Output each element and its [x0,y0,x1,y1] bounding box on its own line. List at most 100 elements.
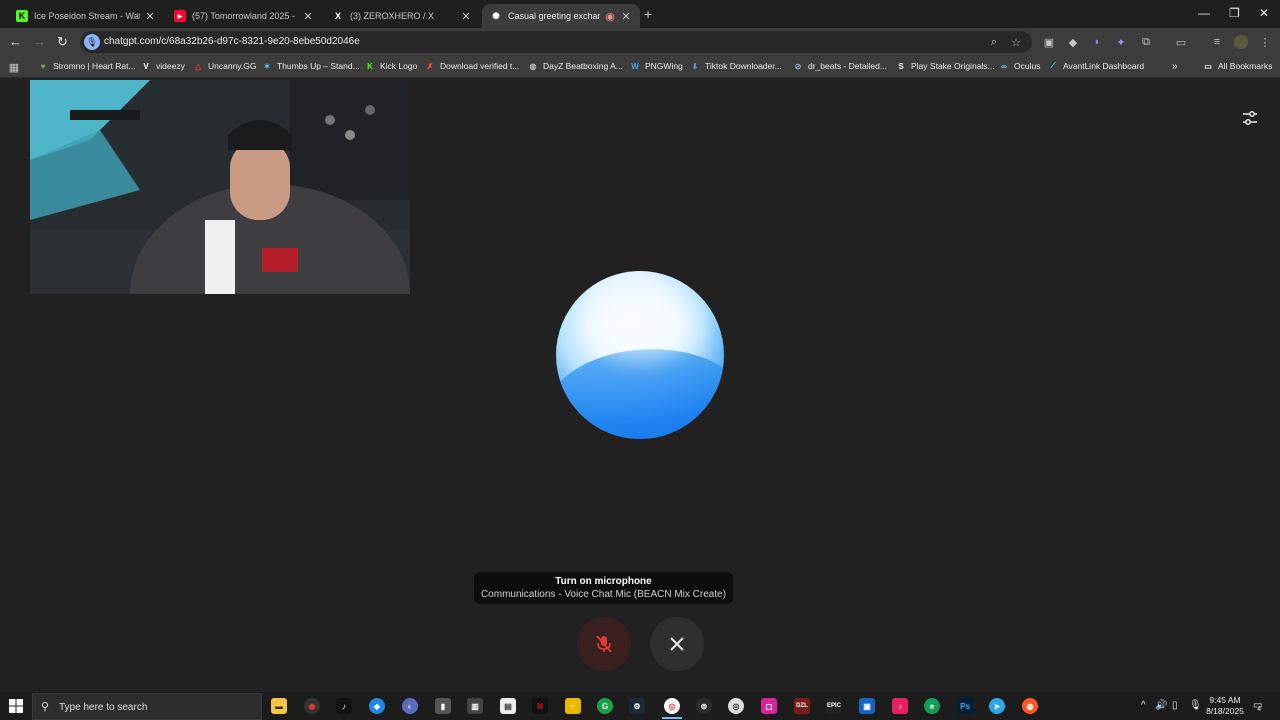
taskbar-clock[interactable]: 9:45 AM 8/18/2025 [1200,695,1250,717]
v-icon: V [143,61,149,71]
bookmark-item[interactable]: ♥ Stromno | Heart Rat... [38,61,136,71]
close-icon [670,637,684,651]
bookmark-item[interactable]: K Kick Logo [365,61,417,71]
tiktok-studio-icon[interactable]: ♪ [892,698,908,714]
forward-icon[interactable]: → [33,34,46,49]
windows-start-icon[interactable] [8,698,24,714]
all-bookmarks-label: All Bookmarks [1218,61,1273,71]
bookmark-item[interactable]: ⊘ dr_beats - Detailed... [793,61,887,71]
volume-icon[interactable]: 🔊 [1155,700,1167,711]
telegram-icon[interactable]: ➤ [989,698,1005,714]
bookmark-item[interactable]: ⟋ AvantLink Dashboard [1048,61,1144,71]
stake-icon: S [898,61,904,71]
orb-highlight [586,291,696,361]
address-text[interactable]: chatgpt.com/c/68a32b26-d97c-8321-9e20-8e… [104,36,360,47]
bookmark-item[interactable]: ✗ Download verified t... [425,61,520,71]
notepad-icon[interactable]: ▤ [500,698,516,714]
bookmark-item[interactable]: ✶ Thumbs Up – Stand... [262,61,360,71]
side-panel-icon[interactable]: ▭ [1173,34,1189,50]
tab-title: Casual greeting exchange [508,11,600,21]
app-icon[interactable]: ⚡ [565,698,581,714]
bookmark-item[interactable]: ∞ Oculus [999,61,1040,71]
app-icon[interactable]: ▥ [467,698,483,714]
app-icon[interactable]: DZL [794,698,810,714]
bookmark-star-icon[interactable]: ☆ [1008,34,1024,50]
app-icon[interactable]: ⊚ [696,698,712,714]
bookmark-item[interactable]: S Play Stake Originals... [896,61,994,71]
app-icon[interactable]: ▮ [435,698,451,714]
close-icon[interactable]: ✕ [144,10,156,23]
end-voice-button[interactable] [650,617,704,671]
tab-chatgpt[interactable]: ✺ Casual greeting exchange ◉ ✕ [482,4,640,28]
bookmark-label: dr_beats - Detailed... [808,61,887,71]
extension-icon[interactable]: ▣ [1041,34,1057,50]
bookmark-label: videezy [156,61,185,71]
voice-settings-icon[interactable] [1240,108,1260,128]
clock-date: 8/18/2025 [1206,706,1244,716]
microphone-icon[interactable]: 🎙 [84,34,100,50]
tooltip-title: Turn on microphone [555,576,652,587]
window-close-icon[interactable]: ✕ [1259,6,1269,20]
apps-grid-icon[interactable]: ▦ [6,59,22,75]
tab-zeroxhero[interactable]: X (3) ZEROXHERO / X ✕ [324,4,480,28]
steam-icon[interactable]: ⚙ [629,698,645,714]
tab-title: (3) ZEROXHERO / X [350,11,435,21]
bookmark-item[interactable]: ⬇ Tiktok Downloader... [690,61,782,71]
tiktok-icon[interactable]: ♪ [336,698,352,714]
extension-icon[interactable]: ◗ [1089,34,1105,50]
extension-icon[interactable]: ◆ [1065,34,1081,50]
zoom-icon[interactable]: ⌕ [986,34,1002,50]
heart-icon: ♥ [40,61,46,71]
app-icon[interactable]: ◍ [1022,698,1038,714]
discord-icon[interactable]: ◐ [402,698,418,714]
photoshop-icon[interactable]: Ps [957,698,973,714]
media-control-icon[interactable]: ≡ [1209,34,1225,50]
menu-icon[interactable]: ⋮ [1257,34,1273,50]
grammarly-icon[interactable]: G [597,698,613,714]
profile-avatar-icon[interactable] [1233,34,1249,50]
bookmark-item[interactable]: Vvideezy [141,61,185,71]
app-icon[interactable]: ◎ [728,698,744,714]
close-icon[interactable]: ✕ [460,10,472,23]
file-explorer-icon[interactable]: ▬ [271,698,287,714]
extension-icon[interactable]: ✦ [1113,34,1129,50]
bookmark-item[interactable]: ◍ DayZ Beatboxing A... [528,61,623,71]
close-icon[interactable]: ✕ [620,10,632,23]
tab-ice-poseidon[interactable]: K Ice Poseidon Stream - Watch Li ✕ [8,4,164,28]
edge-icon[interactable]: e [924,698,940,714]
notification-center[interactable]: ▭ 4 [1253,700,1269,713]
extensions-puzzle-icon[interactable]: ⧉ [1138,34,1154,50]
netflix-icon[interactable]: N [532,698,548,714]
tray-overflow-icon[interactable]: ^ [1141,700,1146,711]
new-tab-button[interactable]: + [644,6,652,22]
x-logo-icon: X [334,11,341,21]
app-icon[interactable]: ◈ [369,698,385,714]
all-bookmarks-folder[interactable]: ▭ All Bookmarks [1203,61,1272,71]
globe-icon: ◍ [529,61,537,71]
reload-icon[interactable]: ↻ [57,34,68,50]
app-icon[interactable]: ▣ [859,698,875,714]
x-icon: ✗ [426,61,434,71]
bookmark-label: Kick Logo [380,61,418,71]
minimize-icon[interactable]: — [1198,6,1210,20]
webcam-overlay [30,80,410,294]
instagram-icon[interactable]: ◻ [761,698,777,714]
clock-time: 9:45 AM [1209,695,1241,705]
restore-icon[interactable]: ❐ [1229,6,1240,20]
obs-icon[interactable]: ◉ [304,698,320,714]
bookmark-label: PNGWing [645,61,683,71]
bookmark-label: Download verified t... [440,61,520,71]
epic-games-icon[interactable]: EPIC [826,698,842,714]
taskbar-search[interactable]: ⚲ Type here to search [32,693,262,720]
more-bookmarks-icon[interactable]: » [1172,61,1178,72]
microphone-toggle-button[interactable] [577,617,631,671]
link-icon: ⊘ [794,61,802,71]
bookmark-item[interactable]: △ Uncanny.GG [193,61,257,71]
network-icon[interactable]: ▯ [1172,700,1178,711]
back-icon[interactable]: ← [9,34,22,49]
chrome-icon[interactable]: ◎ [662,698,682,719]
tab-tomorrowland[interactable]: ▶ (57) Tomorrowland 2025 - Best ✕ [166,4,322,28]
close-icon[interactable]: ✕ [302,10,314,23]
bookmark-item[interactable]: W PNGWing [630,61,683,71]
tab-title: (57) Tomorrowland 2025 - Best [192,11,298,21]
